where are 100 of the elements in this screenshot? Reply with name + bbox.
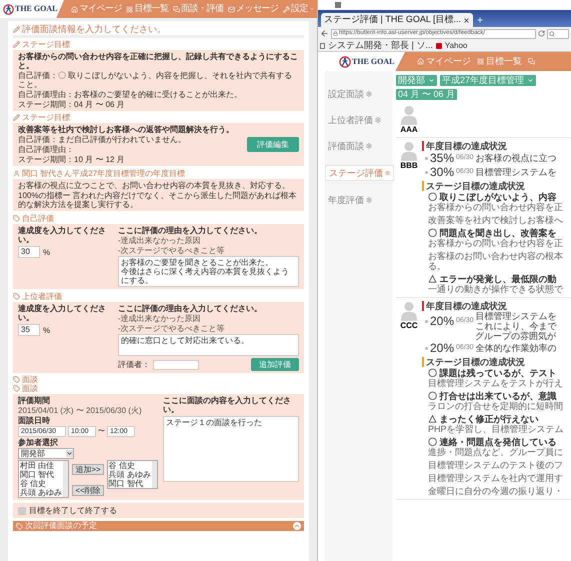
bookmark-link[interactable]: Yahoo xyxy=(444,40,468,52)
grid-icon xyxy=(477,58,484,65)
stage-result: 〇 連絡・問題点を発信している xyxy=(428,437,558,447)
pencil-icon xyxy=(13,26,20,32)
stage-goal: 目標管理システムをテストが行え xyxy=(428,378,564,388)
percent-field[interactable]: 30 xyxy=(18,246,40,258)
evaluator-field[interactable] xyxy=(153,360,199,370)
chat-icon[interactable] xyxy=(528,58,535,65)
caret-icon xyxy=(428,77,435,84)
list-option[interactable]: 関口 智代 xyxy=(20,470,64,479)
goal-detail: ステージ期間：04 月 〜 06 月 xyxy=(18,100,126,109)
list-option[interactable]: 関口 智代 xyxy=(108,479,152,488)
section-heading: 関口 智代さん平成27年度目標管理の年度目標 xyxy=(22,169,186,178)
back-icon[interactable] xyxy=(320,29,329,38)
list-option[interactable]: 谷 信史 xyxy=(108,461,152,470)
grid-icon xyxy=(126,6,134,12)
goal-detail: 自己評価理由：お客様のご要望を的確に受けることが出来た。 xyxy=(18,90,243,99)
close-icon[interactable] xyxy=(463,16,470,24)
reason-text: 的確に窓口として対応出来ている。 xyxy=(121,336,250,345)
gear-icon xyxy=(366,91,372,97)
pencil-icon xyxy=(13,41,20,48)
person-name: AAA xyxy=(400,125,418,134)
stage-result: 〇 打合せは出来ているが、意識 xyxy=(428,391,558,401)
yahoo-icon xyxy=(436,42,442,48)
department-select[interactable]: 開発部 xyxy=(18,448,74,459)
list-option[interactable]: 谷 信史 xyxy=(20,479,64,488)
person-name: BBB xyxy=(400,161,418,170)
scrollbar[interactable] xyxy=(152,461,157,488)
list-option[interactable]: 村田 由佳 xyxy=(20,461,64,470)
logo-text: THE GOAL xyxy=(352,56,394,68)
goal-detail: 自己評価：〇 取りこぼしがないよう、内容を把握し、それを社内で共有すること。 xyxy=(18,71,294,89)
stage-goal: PHPを学習し、目標管理システム xyxy=(428,424,565,434)
reason-field[interactable]: お客様のご要望を聞きとることが出来た。 今後はさらに深く考え内容の本質を見抜くようにする。 xyxy=(118,256,299,287)
caret-icon xyxy=(527,77,534,84)
percent-field[interactable]: 35 xyxy=(18,324,40,336)
checkbox[interactable] xyxy=(18,506,26,514)
logo-text: THE GOAL xyxy=(15,3,58,15)
list-option[interactable]: 兵頭 あゆみ xyxy=(108,470,152,479)
stage-goal: 目標管理システムのテスト後のフ xyxy=(428,460,564,470)
bookmark-link[interactable]: システム開発・部長 | ソ... xyxy=(328,38,433,52)
stage-goal: お客様からの問い合わせ内容を正 xyxy=(428,238,564,248)
achievement-percent: 20% xyxy=(430,314,454,328)
field-label: ここに評価の理由を入力してください。 xyxy=(118,226,263,235)
search-field[interactable] xyxy=(547,28,569,38)
scrollbar[interactable] xyxy=(63,461,68,497)
logo-icon xyxy=(3,4,14,14)
browser-tab[interactable]: ステージ評価 | THE GOAL [目標... xyxy=(321,13,474,27)
hint-text: -達成出来なかった原因 xyxy=(118,236,202,245)
stage-goal: る。 xyxy=(428,261,447,271)
caret-icon xyxy=(309,6,315,12)
section-heading: 年度目標の達成状況 xyxy=(422,301,571,311)
section-heading: ステージ目標 xyxy=(22,40,70,49)
stage-result: 〇 取りこぼしがないよう、内容 xyxy=(428,192,558,202)
pencil-icon xyxy=(13,114,20,121)
wrench-icon xyxy=(282,6,290,12)
bullet-icon xyxy=(425,156,428,160)
section-heading: ステージ目標の達成状況 xyxy=(422,181,571,191)
goal-detail: 自己評価：まだ自己評価が行われていません。 xyxy=(18,135,187,144)
field-label: 参加者選択 xyxy=(18,438,59,447)
tag-icon xyxy=(16,522,23,530)
stage-goal: 一通りの動きが操作できる状態で xyxy=(428,284,564,294)
field-label: 評価者： xyxy=(118,360,150,369)
candidate-list[interactable]: 村田 由佳 関口 智代 谷 信史 兵頭 あゆみ xyxy=(18,460,70,498)
list-option[interactable]: 兵頭 あゆみ xyxy=(20,488,64,497)
stage-goal: 進捗・問題点など、グループ員に xyxy=(428,447,564,457)
stage-goal: お客様からの問い合わせ内容を正 xyxy=(428,202,564,212)
collapse-icon[interactable] xyxy=(293,522,301,530)
annual-goal-text: お客様の視点に立つことで、お問い合わせ内容の本質を見抜き、対応する。 xyxy=(18,181,291,190)
unit-label: % xyxy=(43,326,50,334)
new-tab-icon[interactable] xyxy=(476,16,484,24)
field-label: 評価期間 xyxy=(18,396,51,405)
page-title: 評価面談情報を入力してください。 xyxy=(22,24,166,34)
stage-goal: お客様のお問い合わせ内容の根本 xyxy=(428,251,564,261)
avatar-icon xyxy=(400,141,418,161)
add-participant-button[interactable]: 追加>> xyxy=(72,464,104,475)
remove-participant-button[interactable]: <<削除 xyxy=(72,485,104,496)
meeting-notes-field[interactable]: ステージ１の面談を行った xyxy=(163,416,299,482)
search-icon xyxy=(549,30,555,36)
stage-goal: 改善案等を社内で検討しお客様へ xyxy=(428,215,564,225)
tag-icon xyxy=(13,215,20,222)
reason-field[interactable]: 的確に窓口として対応出来ている。 xyxy=(118,334,299,356)
goal-text: 目標管理システムを xyxy=(476,311,557,321)
goal-text: グループの雰囲気が xyxy=(475,331,556,341)
goal-text: お客様からの問い合わせ内容を正確に把握し、記録し共有できるようにすること。 xyxy=(18,52,299,70)
reload-icon[interactable] xyxy=(538,30,545,37)
participant-list[interactable]: 谷 信史 兵頭 あゆみ 関口 智代 xyxy=(106,460,158,489)
field-label: ここに評価の理由を入力してください。 xyxy=(118,304,263,313)
reason-text: 今後はさらに深く考え内容の本質を見抜くようにする。 xyxy=(121,267,290,285)
mail-icon xyxy=(228,6,235,12)
section-heading: 年度目標の達成状況 xyxy=(422,141,571,151)
section-heading: 自己評価 xyxy=(22,214,54,223)
tag-icon xyxy=(13,385,20,392)
field-label: ここに面談の内容を入力してください。 xyxy=(163,396,292,414)
gear-icon xyxy=(385,170,390,176)
stage-goal: 金曜日に自分の今週の振り返り・ xyxy=(428,486,564,496)
hint-text: -次ステージでやるべきこと等 xyxy=(118,324,226,333)
section-heading: ステージ目標 xyxy=(22,113,70,122)
stage-result: 〇 課題は残っているが、テスト xyxy=(428,368,558,378)
chat-icon xyxy=(172,6,180,12)
stage-goal: ラロンの打合せを定期的に短時間 xyxy=(428,401,564,411)
